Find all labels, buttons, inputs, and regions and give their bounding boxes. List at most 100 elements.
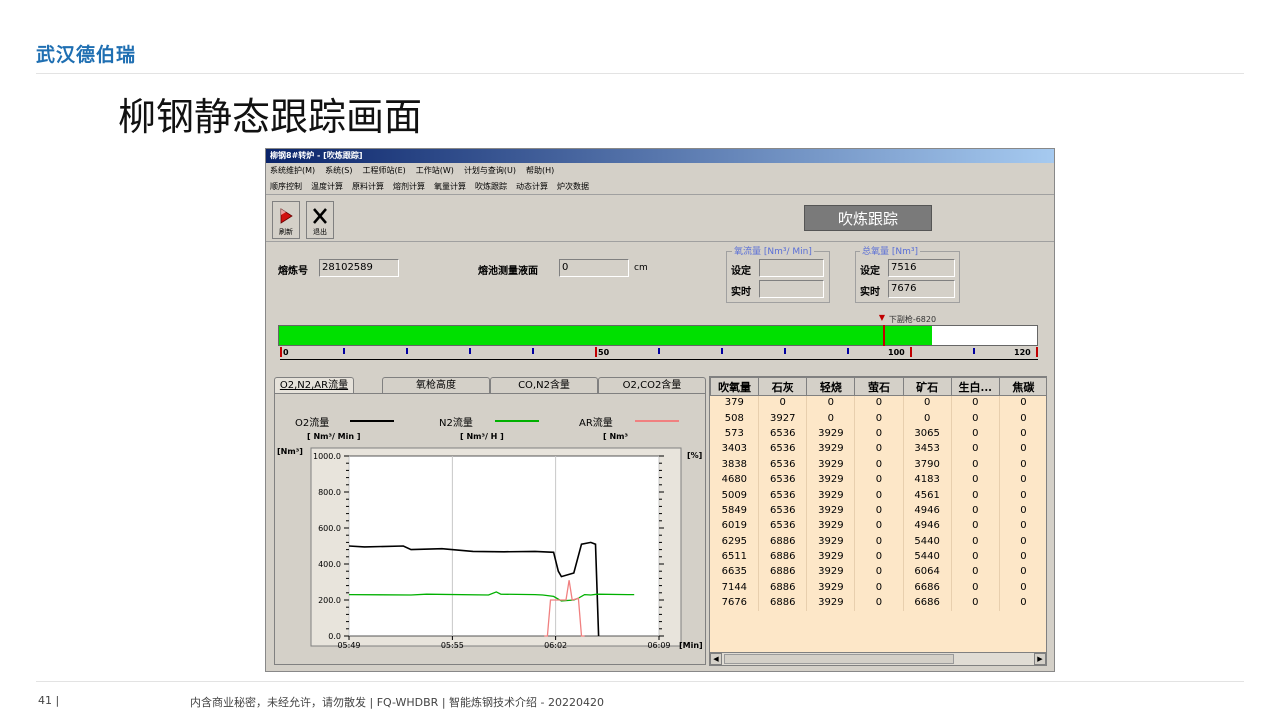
tab-o2-co2-content[interactable]: O2,CO2含量 — [598, 377, 706, 393]
table-cell: 3929 — [806, 534, 856, 550]
scale-major-tick — [1036, 347, 1038, 357]
table-row[interactable]: 5849 6536 3929 0 4946 0 0 — [710, 503, 1046, 519]
table-row[interactable]: 379 0 0 0 0 0 0 — [710, 395, 1046, 411]
column-header[interactable]: 吹氧量 — [710, 377, 760, 396]
function-menu-item[interactable]: 吹炼跟踪 — [475, 182, 507, 191]
table-cell: 0 — [999, 595, 1046, 611]
table-cell: 0 — [951, 580, 1000, 596]
table-cell: 0 — [951, 549, 1000, 565]
table-row[interactable]: 3838 6536 3929 0 3790 0 0 — [710, 457, 1046, 473]
close-icon — [313, 208, 327, 224]
function-menu-item[interactable]: 温度计算 — [311, 182, 343, 191]
table-cell: 4183 — [903, 472, 952, 488]
footer-divider — [36, 681, 1244, 682]
table-cell: 0 — [951, 564, 1000, 581]
table-cell: 6536 — [758, 441, 808, 458]
menu-item[interactable]: 系统维护(M) — [270, 166, 315, 175]
slide: { "slide": { "brand": "武汉德伯瑞", "title": … — [0, 0, 1280, 720]
table-cell: 5849 — [710, 503, 760, 519]
exit-button[interactable]: 退出 — [306, 201, 334, 239]
oxygen-flow-actual-field[interactable] — [759, 280, 824, 298]
table-row[interactable]: 6019 6536 3929 0 4946 0 0 — [710, 518, 1046, 535]
tab-co-n2-content[interactable]: CO,N2含量 — [490, 377, 598, 393]
y-tick-label: 200.0 — [318, 596, 341, 605]
table-cell: 0 — [951, 457, 1000, 473]
x-tick-label: 06:02 — [544, 641, 567, 650]
table-cell: 3403 — [710, 441, 760, 458]
total-oxygen-set-field[interactable]: 7516 — [888, 259, 955, 277]
bath-level-field[interactable]: 0 — [559, 259, 629, 277]
bath-level-label: 熔池测量液面 — [478, 266, 538, 277]
scroll-thumb[interactable] — [724, 654, 954, 664]
grid-horizontal-scrollbar[interactable]: ◀ ▶ — [709, 652, 1047, 666]
table-cell: 0 — [999, 503, 1046, 519]
table-row[interactable]: 6511 6886 3929 0 5440 0 0 — [710, 549, 1046, 565]
oxygen-flow-title: 氧流量 [Nm³/ Min] — [732, 244, 814, 257]
tab-lance-height[interactable]: 氧枪高度 — [382, 377, 490, 393]
menu-item[interactable]: 帮助(H) — [526, 166, 554, 175]
table-cell: 0 — [999, 518, 1046, 535]
table-row[interactable]: 4680 6536 3929 0 4183 0 0 — [710, 472, 1046, 488]
table-row[interactable]: 573 6536 3929 0 3065 0 0 — [710, 426, 1046, 442]
menu-item[interactable]: 系统(S) — [325, 166, 352, 175]
table-cell: 0 — [854, 441, 904, 458]
table-cell: 3929 — [806, 487, 856, 504]
table-cell: 6536 — [758, 457, 808, 473]
function-menu-item[interactable]: 熔剂计算 — [393, 182, 425, 191]
column-header[interactable]: 萤石 — [854, 377, 904, 396]
table-cell: 3453 — [903, 441, 952, 458]
function-menu-item[interactable]: 炉次数据 — [557, 182, 589, 191]
bath-level-unit: cm — [634, 263, 648, 273]
table-row[interactable]: 508 3927 0 0 0 0 0 — [710, 410, 1046, 427]
heat-no-field[interactable]: 28102589 — [319, 259, 399, 277]
table-row[interactable]: 7144 6886 3929 0 6686 0 0 — [710, 580, 1046, 596]
total-oxygen-actual-field[interactable]: 7676 — [888, 280, 955, 298]
table-cell: 3929 — [806, 472, 856, 488]
scale-tick-label: 50 — [598, 348, 610, 357]
scale-major-tick — [910, 347, 912, 357]
table-row[interactable]: 6295 6886 3929 0 5440 0 0 — [710, 534, 1046, 550]
function-menu-item[interactable]: 动态计算 — [516, 182, 548, 191]
table-row[interactable]: 5009 6536 3929 0 4561 0 0 — [710, 487, 1046, 504]
menu-item[interactable]: 计划与查询(U) — [464, 166, 516, 175]
tab-o2-n2-ar-flow[interactable]: O2,N2,AR流量 — [274, 377, 354, 393]
blow-progress-fill — [279, 326, 933, 345]
function-menu-item[interactable]: 顺序控制 — [270, 182, 302, 191]
table-cell: 0 — [999, 395, 1046, 411]
table-cell: 0 — [999, 457, 1046, 473]
scroll-right-icon[interactable]: ▶ — [1034, 653, 1046, 665]
window-titlebar: 柳钢8#转炉 - [吹炼跟踪] — [266, 149, 1054, 163]
table-cell: 0 — [999, 426, 1046, 442]
table-cell: 7144 — [710, 580, 760, 596]
total-oxygen-title: 总氧量 [Nm³] — [860, 244, 920, 257]
y-axis-label-right: [%] — [687, 451, 702, 460]
table-row[interactable]: 3403 6536 3929 0 3453 0 0 — [710, 441, 1046, 458]
scroll-left-icon[interactable]: ◀ — [710, 653, 722, 665]
function-menu-item[interactable]: 氧量计算 — [434, 182, 466, 191]
column-header[interactable]: 轻烧 — [806, 377, 856, 396]
oxygen-flow-actual-label: 实时 — [731, 287, 751, 298]
function-menu-item[interactable]: 原料计算 — [352, 182, 384, 191]
table-cell: 0 — [854, 395, 904, 411]
exit-button-label: 退出 — [313, 228, 327, 236]
sublance-marker-label: 下副枪-6820 — [888, 315, 937, 324]
table-cell: 573 — [710, 426, 760, 442]
scale-tick — [847, 348, 849, 354]
table-row[interactable]: 7676 6886 3929 0 6686 0 0 — [710, 595, 1046, 611]
oxygen-flow-set-field[interactable] — [759, 259, 824, 277]
menu-item[interactable]: 工程师站(E) — [362, 166, 405, 175]
table-cell: 6295 — [710, 534, 760, 550]
menu-item[interactable]: 工作站(W) — [416, 166, 454, 175]
column-header[interactable]: 焦碳 — [998, 377, 1046, 396]
column-header[interactable]: 矿石 — [902, 377, 952, 396]
table-cell: 3929 — [806, 595, 856, 611]
sublance-marker-arrow-icon: ▼ — [878, 313, 885, 322]
table-cell: 3929 — [806, 564, 856, 581]
column-header[interactable]: 石灰 — [758, 377, 808, 396]
table-cell: 6536 — [758, 472, 808, 488]
refresh-button[interactable]: 刷新 — [272, 201, 300, 239]
table-cell: 379 — [710, 395, 760, 411]
table-row[interactable]: 6635 6886 3929 0 6064 0 0 — [710, 564, 1046, 581]
column-header[interactable]: 生白... — [950, 377, 1000, 396]
table-cell: 6886 — [758, 595, 808, 611]
